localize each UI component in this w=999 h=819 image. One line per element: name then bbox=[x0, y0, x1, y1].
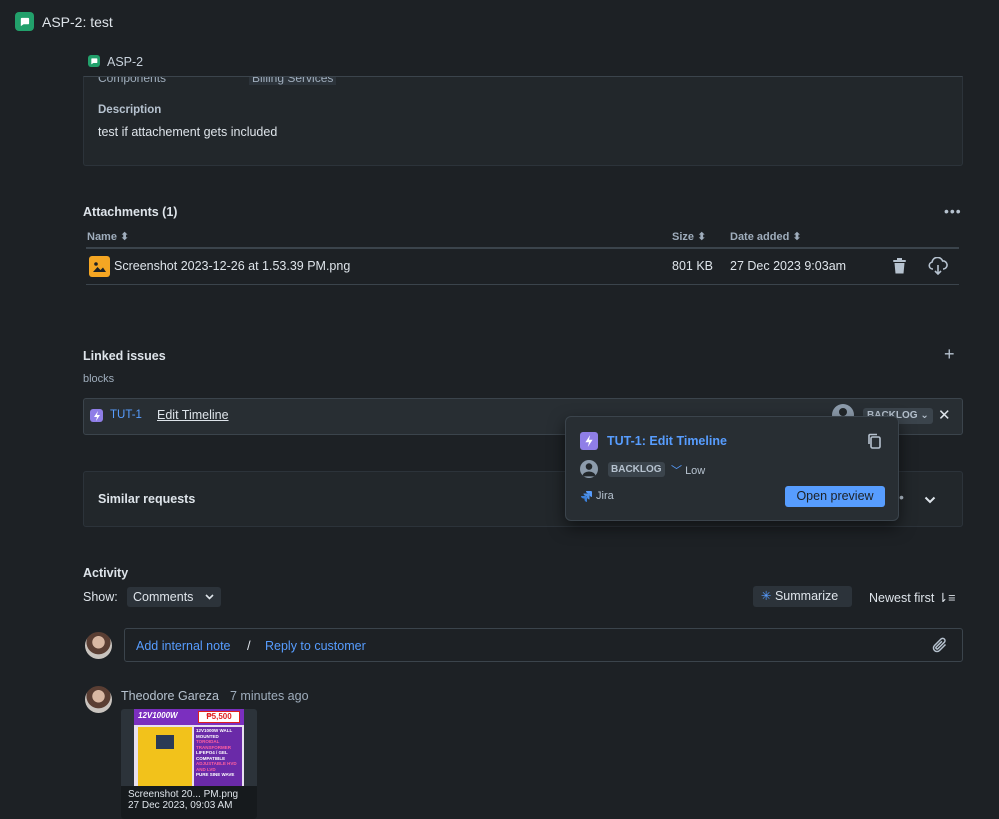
issue-key-breadcrumb[interactable]: ASP-2 bbox=[107, 55, 143, 69]
priority-low: ﹀ Low bbox=[671, 462, 705, 478]
details-panel: Components Billing Services Description … bbox=[83, 76, 963, 166]
assignee-avatar bbox=[580, 460, 598, 478]
priority-label: Low bbox=[685, 465, 706, 477]
dot-icon: • bbox=[899, 489, 904, 505]
attachment-caption: Screenshot 20... PM.png 27 Dec 2023, 09:… bbox=[121, 786, 257, 819]
sort-icon: ⇂≡ bbox=[937, 591, 956, 605]
attachment-date: 27 Dec 2023 9:03am bbox=[730, 259, 847, 273]
thumbnail-line: 12V1000W WALL MOUNTED bbox=[196, 728, 233, 739]
jira-icon bbox=[581, 491, 592, 502]
paperclip-icon[interactable] bbox=[932, 637, 948, 657]
attachment-thumbnail: 12V1000W ₱5,500 12V1000W WALL MOUNTED TO… bbox=[134, 709, 244, 787]
description-label: Description bbox=[98, 104, 162, 116]
cloud-download-icon[interactable] bbox=[928, 256, 948, 278]
attachments-more-button[interactable]: ••• bbox=[944, 203, 962, 219]
hover-card-title[interactable]: TUT-1: Edit Timeline bbox=[607, 434, 727, 448]
attachment-file-name[interactable]: Screenshot 2023-12-26 at 1.53.39 PM.png bbox=[114, 259, 350, 273]
table-row-divider bbox=[86, 284, 959, 285]
separator: / bbox=[247, 638, 251, 653]
column-header-name[interactable]: Name ⬍ bbox=[87, 230, 129, 243]
issue-hover-card: TUT-1: Edit Timeline BACKLOG ﹀ Low Jira … bbox=[565, 416, 899, 521]
components-label: Components bbox=[98, 76, 167, 85]
activity-title: Activity bbox=[83, 566, 129, 580]
comment-author-avatar[interactable] bbox=[85, 686, 112, 713]
summarize-label: Summarize bbox=[774, 589, 839, 603]
sort-label: Newest first bbox=[869, 591, 935, 605]
linked-issue-summary[interactable]: Edit Timeline bbox=[157, 408, 229, 422]
linked-issues-title: Linked issues bbox=[83, 349, 166, 363]
summarize-button[interactable]: ✳ Summarize bbox=[753, 586, 852, 607]
components-value[interactable]: Billing Services bbox=[249, 77, 337, 85]
priority-low-icon: ﹀ bbox=[671, 465, 682, 477]
copy-icon[interactable] bbox=[867, 433, 882, 452]
add-linked-issue-button[interactable]: + bbox=[944, 344, 955, 365]
image-file-icon bbox=[89, 256, 110, 277]
chevron-down-icon: ⌄ bbox=[920, 410, 929, 421]
hover-card-status: BACKLOG bbox=[608, 462, 665, 477]
add-internal-note-link[interactable]: Add internal note bbox=[136, 639, 231, 653]
activity-filter-value: Comments bbox=[133, 590, 194, 604]
lightning-icon bbox=[90, 409, 103, 422]
page-title: ASP-2: test bbox=[42, 14, 113, 30]
comment-attachment-card[interactable]: 12V1000W ₱5,500 12V1000W WALL MOUNTED TO… bbox=[121, 709, 257, 819]
thumbnail-line: PURE SINE WAVE bbox=[196, 772, 235, 777]
comment-author-name[interactable]: Theodore Gareza bbox=[121, 689, 219, 703]
thumbnail-price: ₱5,500 bbox=[198, 711, 240, 723]
request-type-small-icon bbox=[88, 55, 100, 67]
thumbnail-line: TOROIDAL TRANSFORMER bbox=[196, 739, 231, 750]
source-jira: Jira bbox=[580, 490, 614, 502]
column-header-size[interactable]: Size ⬍ bbox=[672, 230, 706, 243]
linked-issue-key[interactable]: TUT-1 bbox=[110, 409, 142, 421]
thumbnail-line: ADJUSTABLE HVD AND LVD bbox=[196, 761, 237, 772]
remove-link-button[interactable]: ✕ bbox=[938, 406, 951, 424]
sparkle-icon: ✳ bbox=[761, 589, 772, 603]
attachment-date: 27 Dec 2023, 09:03 AM bbox=[128, 800, 233, 811]
request-type-icon bbox=[15, 12, 34, 31]
show-label: Show: bbox=[83, 590, 118, 604]
chevron-down-icon bbox=[205, 594, 214, 600]
attachment-size: 801 KB bbox=[672, 259, 714, 273]
thumbnail-headline: 12V1000W bbox=[138, 711, 178, 720]
comment-editor[interactable]: Add internal note / Reply to customer bbox=[124, 628, 963, 662]
open-preview-button[interactable]: Open preview bbox=[785, 486, 885, 507]
attachments-title: Attachments (1) bbox=[83, 205, 178, 219]
link-type-label: blocks bbox=[83, 373, 115, 385]
similar-requests-title: Similar requests bbox=[98, 492, 196, 506]
chevron-down-icon[interactable] bbox=[924, 492, 936, 507]
description-text[interactable]: test if attachement gets included bbox=[98, 125, 277, 139]
trash-icon[interactable] bbox=[892, 258, 907, 277]
table-header-divider bbox=[86, 247, 959, 249]
thumbnail-line: LIFEPO4 / GEL COMPATIBLE bbox=[196, 750, 228, 761]
current-user-avatar bbox=[85, 632, 112, 659]
lightning-icon bbox=[580, 432, 598, 450]
attachment-name: Screenshot 20... PM.png bbox=[128, 789, 239, 800]
activity-filter-select[interactable]: Comments bbox=[127, 587, 221, 607]
source-label: Jira bbox=[596, 490, 614, 502]
reply-to-customer-link[interactable]: Reply to customer bbox=[265, 639, 366, 653]
comment-timestamp[interactable]: 7 minutes ago bbox=[230, 689, 309, 703]
column-header-date[interactable]: Date added ⬍ bbox=[730, 230, 802, 243]
sort-order-button[interactable]: Newest first ⇂≡ bbox=[869, 590, 956, 605]
